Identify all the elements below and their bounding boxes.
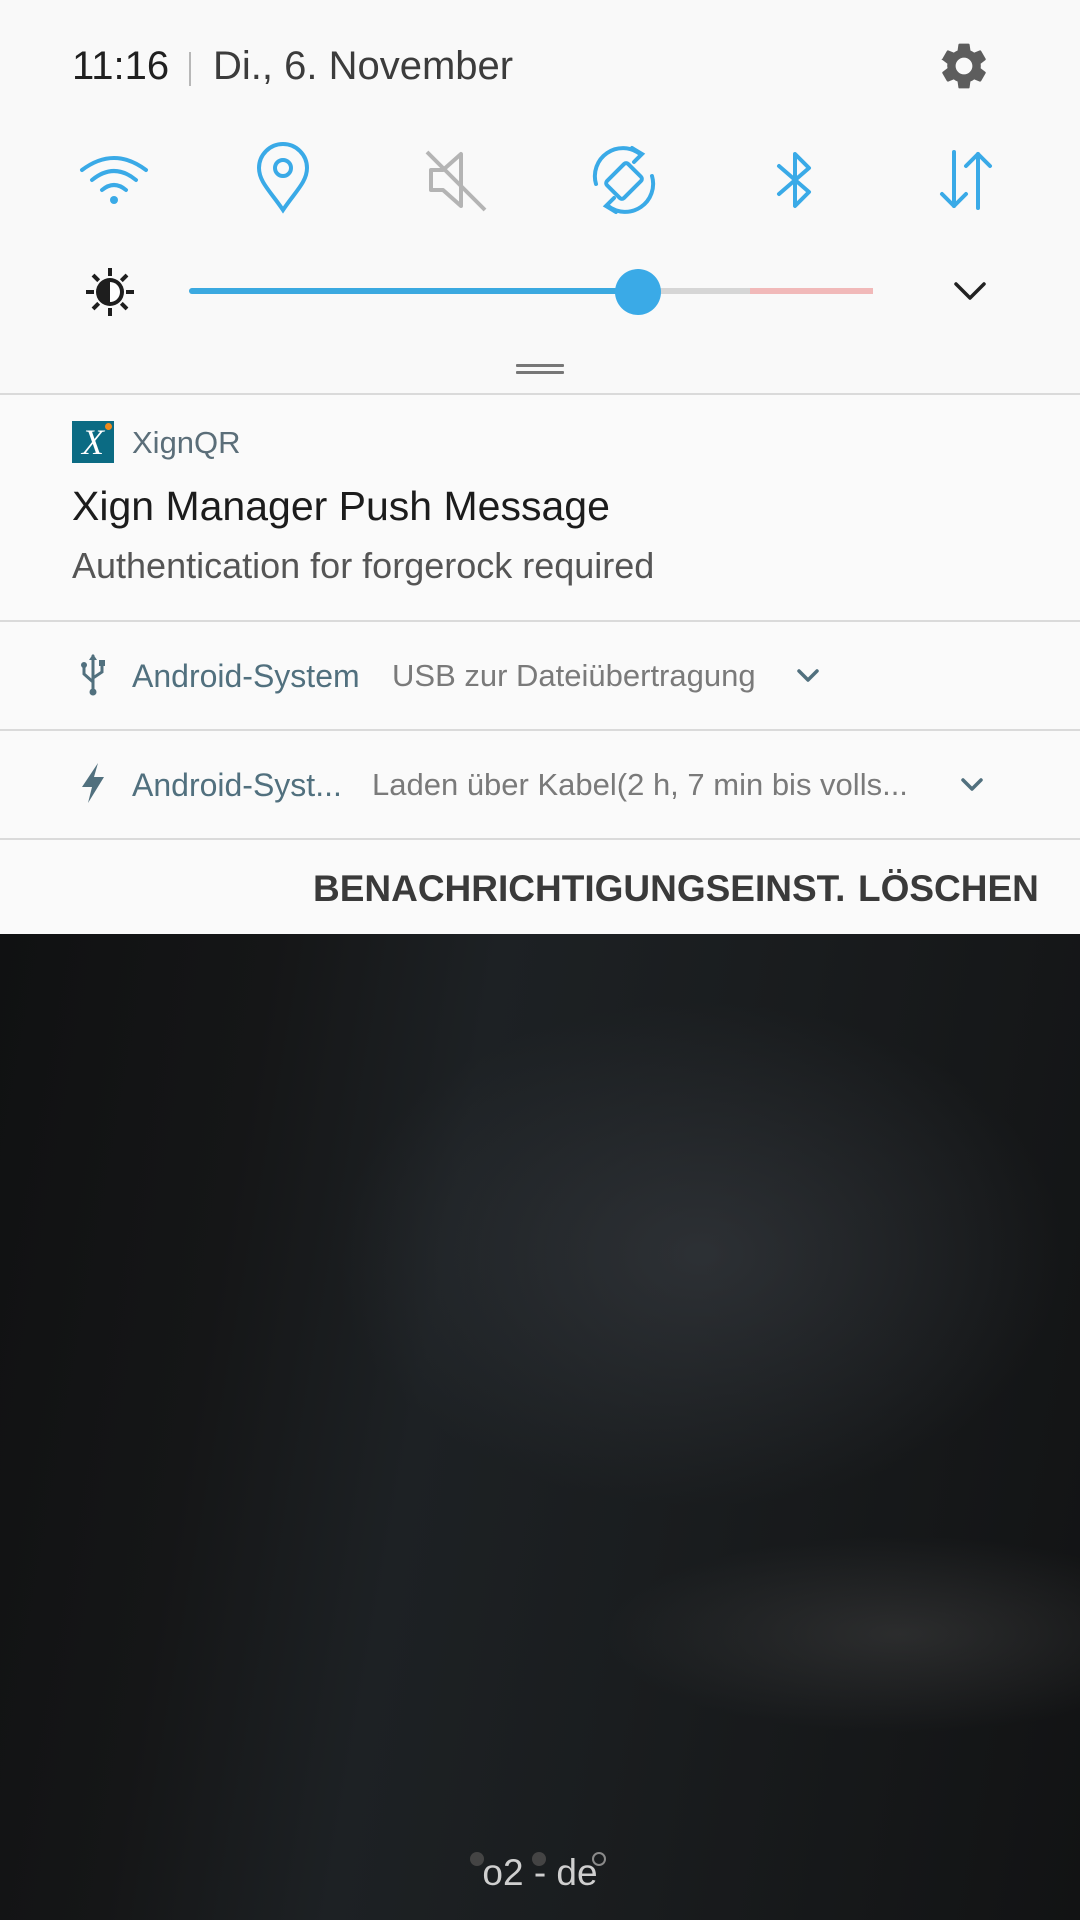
quick-settings-row [0,140,1080,220]
notification-text: Authentication for forgerock required [72,545,655,586]
brightness-slider-fill [189,288,638,294]
date: Di., 6. November [213,44,514,88]
notification-settings-button[interactable]: BENACHRICHTIGUNGSEINST. [313,868,845,910]
clear-all-button[interactable]: LÖSCHEN [858,868,1039,910]
chevron-down-icon[interactable] [794,664,822,688]
brightness-row [0,256,1080,326]
chevron-down-icon[interactable] [958,773,986,797]
notification-title: Xign Manager Push Message [72,483,610,529]
usb-icon [81,654,105,696]
drag-handle[interactable] [516,364,564,374]
notification-usb[interactable]: Android-System USB zur Dateiübertragung [0,622,1080,730]
notification-actions: BENACHRICHTIGUNGSEINST. LÖSCHEN [0,840,1080,934]
wifi-icon[interactable] [74,140,154,220]
mute-icon[interactable] [417,140,497,220]
notification-text: USB zur Dateiübertragung [392,658,756,693]
data-arrows-icon[interactable] [926,140,1006,220]
xignqr-app-icon: X [72,421,114,463]
bluetooth-icon[interactable] [755,140,835,220]
notification-panel: 11:16 Di., 6. November X XignQR Xign Man… [0,0,1080,934]
charging-bolt-icon [82,763,104,803]
brightness-slider-outdoor-zone [750,288,873,294]
notification-app-name: Android-Syst... [132,767,342,803]
rotate-icon[interactable] [584,140,664,220]
carrier-label: o2 - de [482,1852,598,1893]
notification-text: Laden über Kabel(2 h, 7 min bis volls... [372,767,908,802]
notification-charging[interactable]: Android-Syst... Laden über Kabel(2 h, 7 … [0,731,1080,839]
notification-app-name: Android-System [132,658,360,694]
notification-app-name: XignQR [132,425,241,460]
clock: 11:16 [72,44,170,88]
expand-chevron-icon[interactable] [948,268,992,312]
header-separator [189,52,191,86]
notification-xignqr[interactable]: X XignQR Xign Manager Push Message Authe… [0,395,1080,620]
brightness-icon [86,268,134,316]
location-pin-icon[interactable] [243,140,323,220]
brightness-slider-thumb[interactable] [614,269,661,315]
lockscreen-wallpaper [0,934,1080,1920]
settings-gear-icon[interactable] [936,38,992,94]
status-header: 11:16 Di., 6. November [0,0,1080,130]
